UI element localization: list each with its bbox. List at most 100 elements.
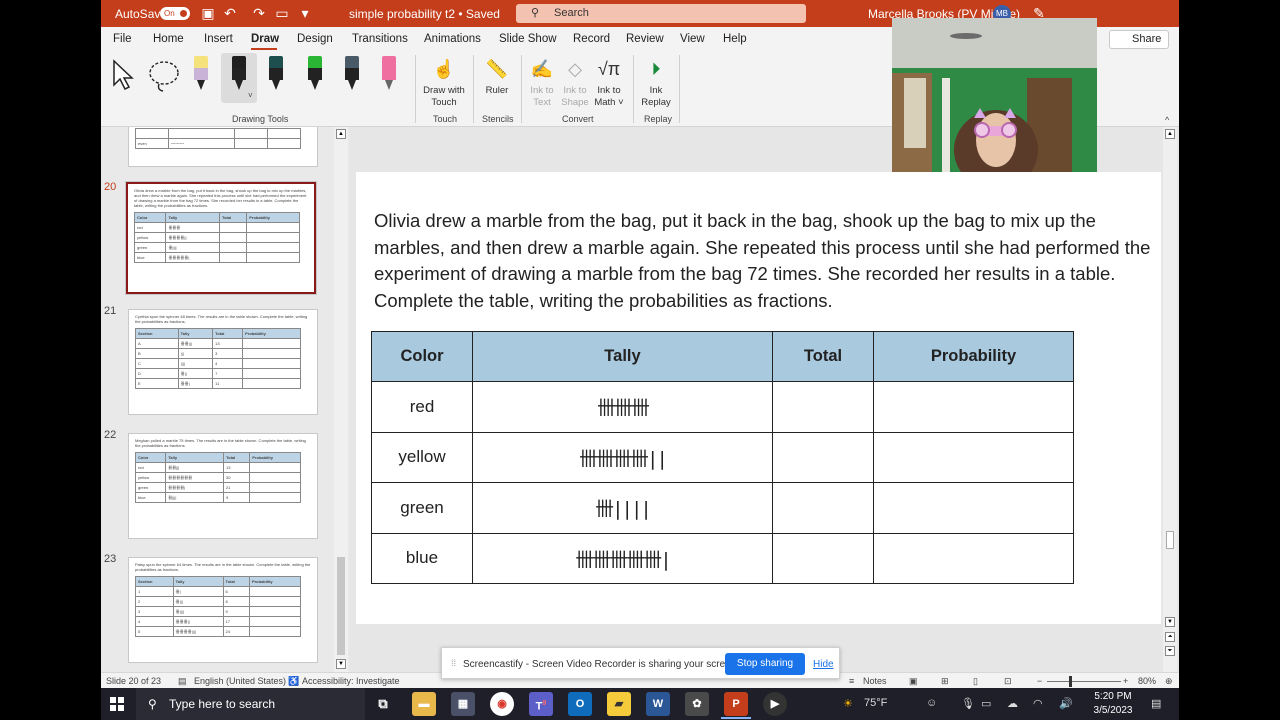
stop-sharing-button[interactable]: Stop sharing [725,653,805,675]
tab-insert[interactable]: Insert [204,33,233,45]
probability-table[interactable]: Color Tally Total Probability red 卌卌卌 ye… [371,331,1074,584]
slideshow-view-icon[interactable]: ⊡ [1004,676,1012,687]
drag-handle-icon[interactable]: ⁞⁞ [451,658,456,668]
cell-probability[interactable] [873,482,1074,534]
slide-thumbnail-23[interactable]: Patsy spun the spinner 64 times. The res… [128,557,318,663]
tab-record[interactable]: Record [573,33,610,45]
tab-design[interactable]: Design [297,33,333,45]
cell-probability[interactable] [873,532,1074,584]
cell-color[interactable]: red [371,381,473,433]
hide-banner-link[interactable]: Hide [813,659,834,670]
editor-scrollbar[interactable]: ▲ ▼ ⏶ ⏷ [1163,127,1177,672]
scroll-down-icon[interactable]: ▼ [336,659,346,669]
zoom-slider-thumb[interactable] [1069,676,1072,687]
scroll-up-icon[interactable]: ▲ [336,129,346,139]
ink-to-shape-button[interactable]: ◇ Ink to Shape [558,57,592,109]
select-pointer-icon[interactable] [111,59,137,91]
share-button[interactable]: Share [1109,30,1169,49]
onedrive-icon[interactable]: ☁ [1007,697,1018,710]
thumbnail-scrollbar[interactable]: ▲ ▼ [334,127,348,672]
next-slide-icon[interactable]: ⏷ [1165,646,1175,656]
ink-to-text-button[interactable]: ✍ Ink to Text [525,57,559,109]
cell-tally[interactable]: 卌卌卌 [472,381,773,433]
pen-green-icon[interactable] [308,56,322,92]
tab-transitions[interactable]: Transitions [352,33,408,45]
current-slide[interactable]: Olivia drew a marble from the bag, put i… [356,172,1161,624]
volume-icon[interactable]: 🔊 [1059,697,1073,710]
outlook-icon[interactable]: O [568,692,592,716]
ink-replay-button[interactable]: ⏵ Ink Replay [638,57,674,109]
notes-button[interactable]: Notes [863,676,887,686]
redo-icon[interactable]: ↷ [251,5,267,21]
teams-icon[interactable]: T9 [529,692,553,716]
accessibility-icon[interactable]: ♿ [288,676,299,687]
cell-color[interactable]: yellow [371,431,473,483]
notification-icon[interactable]: ▤ [1151,697,1161,710]
collapse-ribbon-icon[interactable]: ^ [1165,115,1169,125]
zoom-slider[interactable] [1047,681,1121,682]
cell-color[interactable]: green [371,482,473,534]
scrollbar-thumb[interactable] [337,557,345,655]
autosave-toggle[interactable]: On [160,7,190,20]
app-icon[interactable]: ✿ [685,692,709,716]
microphone-icon[interactable]: 🎙 [961,697,975,710]
slide-thumbnail-21[interactable]: Cynthia spun the spinner 48 times. The r… [128,309,318,415]
pen-teal-icon[interactable] [269,56,283,92]
scroll-down-icon[interactable]: ▼ [1165,617,1175,627]
cell-total[interactable] [772,482,874,534]
battery-icon[interactable]: ▭ [981,697,991,710]
ink-to-math-button[interactable]: √π Ink to Math ˅ [591,57,627,109]
cell-probability[interactable] [873,381,1074,433]
cell-probability[interactable] [873,431,1074,483]
ruler-button[interactable]: 📏 Ruler [479,57,515,97]
people-icon[interactable]: ☺ [926,697,937,709]
cell-tally[interactable]: 卌卌卌卌卌| [472,532,773,584]
spelling-icon[interactable]: ▤ [178,676,187,687]
zoom-level[interactable]: 80% [1138,676,1156,686]
slide-prompt-text[interactable]: Olivia drew a marble from the bag, put i… [374,208,1154,314]
cell-total[interactable] [772,381,874,433]
sticky-notes-icon[interactable]: ▰ [607,692,631,716]
wifi-icon[interactable]: ◠ [1033,697,1043,710]
task-view-icon[interactable]: ⧉ [371,692,395,716]
cell-total[interactable] [772,532,874,584]
powerpoint-icon[interactable]: P [724,692,748,716]
cell-color[interactable]: blue [371,532,473,584]
tab-animations[interactable]: Animations [424,33,481,45]
notes-icon[interactable]: ≡ [849,676,854,686]
store-icon[interactable]: ▦ [451,692,475,716]
scrollbar-thumb[interactable] [1166,531,1174,549]
lasso-select-icon[interactable] [147,58,183,94]
pen-yellow-icon[interactable] [194,56,208,92]
slide-thumbnail-19[interactable]: even ꟷꟷꟷꟷ [128,127,318,167]
taskbar-search[interactable]: ⚲ Type here to search [136,688,365,720]
normal-view-icon[interactable]: ▣ [909,676,918,687]
tab-review[interactable]: Review [626,33,664,45]
tab-view[interactable]: View [680,33,705,45]
tab-home[interactable]: Home [153,33,184,45]
word-icon[interactable]: W [646,692,670,716]
reading-view-icon[interactable]: ▯ [973,676,978,687]
search-box[interactable]: ⚲ Search [516,4,806,23]
slide-thumbnail-22[interactable]: Meghan pulled a marble 75 times. The res… [128,433,318,539]
fit-to-window-icon[interactable]: ⊕ [1165,676,1173,687]
previous-slide-icon[interactable]: ⏶ [1165,632,1175,642]
customize-qat-icon[interactable]: ▾ [297,5,313,21]
present-icon[interactable]: ▭ [274,5,290,21]
pen-black-icon[interactable] [232,56,246,92]
document-title[interactable]: simple probability t2 • Saved [349,7,500,21]
save-icon[interactable]: ▣ [200,5,216,21]
slide-sorter-icon[interactable]: ⊞ [941,676,949,687]
slide-thumbnail-20[interactable]: Olivia drew a marble from the bag, put i… [126,182,316,294]
tab-draw[interactable]: Draw [251,33,279,45]
file-explorer-icon[interactable]: ▬ [412,692,436,716]
draw-with-touch-button[interactable]: ☝ Draw with Touch [421,57,467,109]
pen-slate-icon[interactable] [345,56,359,92]
tab-help[interactable]: Help [723,33,747,45]
accessibility-status[interactable]: Accessibility: Investigate [302,676,400,686]
system-clock[interactable]: 5:20 PM 3/5/2023 [1089,690,1137,718]
weather-temp[interactable]: 75°F [864,697,887,709]
cell-tally[interactable]: 卌|||| [472,482,773,534]
scroll-up-icon[interactable]: ▲ [1165,129,1175,139]
language-status[interactable]: English (United States) [194,676,286,686]
